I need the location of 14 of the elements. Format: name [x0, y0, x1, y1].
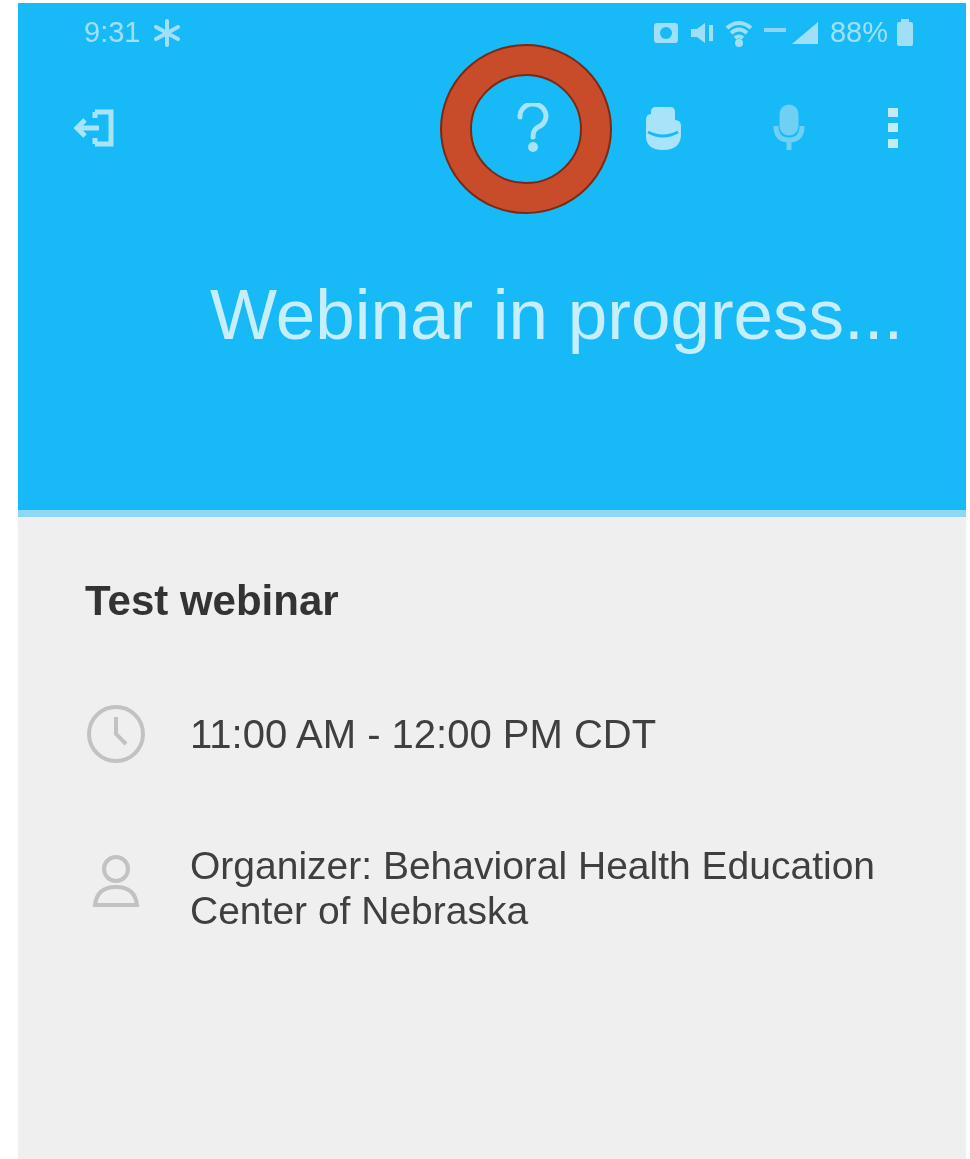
exit-icon	[73, 107, 117, 149]
webinar-title: Test webinar	[85, 579, 340, 623]
battery-icon	[896, 19, 914, 47]
organizer-text: Organizer: Behavioral Health Education Center of Nebraska	[190, 843, 877, 933]
webinar-time: 11:00 AM - 12:00 PM CDT	[190, 713, 657, 755]
microphone-icon	[772, 104, 806, 152]
battery-percent: 88%	[829, 15, 888, 51]
snowflake-icon	[152, 18, 183, 48]
status-time: 9:31	[84, 15, 141, 51]
clock-icon	[85, 703, 147, 765]
question-icon	[515, 103, 551, 153]
wifi-icon	[723, 19, 754, 47]
more-icon	[886, 106, 900, 150]
alarm-icon	[651, 20, 680, 46]
